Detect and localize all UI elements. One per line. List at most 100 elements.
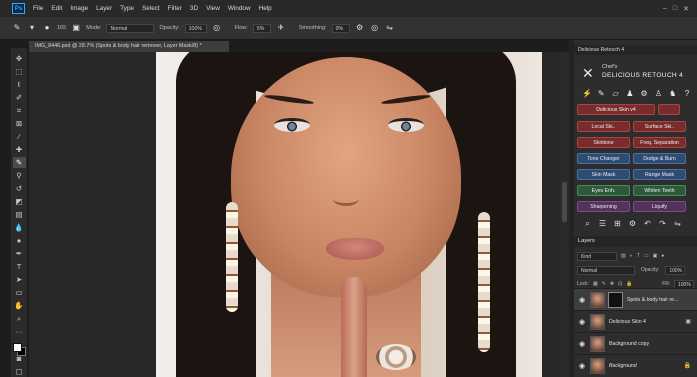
smoothing-field[interactable]: 0% (331, 23, 350, 33)
menu-view[interactable]: View (206, 5, 220, 12)
menu-filter[interactable]: Filter (168, 5, 182, 12)
lock-position-icon[interactable]: ✥ (610, 281, 614, 287)
type-filter-icon[interactable]: T (637, 253, 640, 259)
grid-icon[interactable]: ⊞ (612, 218, 623, 229)
adjustment-filter-icon[interactable]: ◐ (630, 253, 633, 259)
undo-icon[interactable]: ↶ (642, 218, 653, 229)
healing-brush-tool-icon[interactable]: ✚ (13, 144, 26, 155)
symmetry-icon[interactable]: ⇋ (385, 23, 395, 33)
pen-icon[interactable]: ✎ (596, 89, 606, 99)
menu-edit[interactable]: Edit (51, 5, 62, 12)
brush-preset-icon[interactable]: ● (42, 23, 52, 33)
menu-file[interactable]: File (33, 5, 43, 12)
smart-filter-icon[interactable]: ▣ (653, 253, 658, 259)
plugin-panel-tab[interactable]: Delicious Retouch 4 (574, 45, 697, 55)
range-mask-button[interactable]: Range Mask (633, 169, 686, 180)
flow-field[interactable]: 5% (252, 23, 271, 33)
image-filter-icon[interactable]: ▨ (621, 253, 626, 259)
frame-tool-icon[interactable]: ⊠ (13, 118, 26, 129)
layer-thumbnail[interactable] (590, 335, 605, 352)
layers-panel-tab[interactable]: Layers (574, 236, 697, 247)
menu-window[interactable]: Window (228, 5, 251, 12)
ruler-icon[interactable]: ▱ (611, 89, 621, 99)
visibility-eye-icon[interactable]: ◉ (577, 340, 587, 348)
layers-opacity-field[interactable]: 100% (665, 265, 686, 275)
lock-artboard-icon[interactable]: ⊡ (618, 281, 622, 287)
pen-tool-icon[interactable]: ✒ (13, 248, 26, 259)
dodge-tool-icon[interactable]: ● (13, 235, 26, 246)
layer-row[interactable]: ◉ Delicious Skin 4 ▣ (574, 310, 697, 332)
layer-thumbnail[interactable] (590, 313, 605, 330)
freq-separation-button[interactable]: Freq. Separation (633, 137, 686, 148)
wand-icon[interactable]: ⚡ (582, 89, 592, 99)
eyedropper-tool-icon[interactable]: ⁄ (13, 131, 26, 142)
swap-icon[interactable]: ⇋ (672, 218, 683, 229)
redo-icon[interactable]: ↷ (657, 218, 668, 229)
eraser-tool-icon[interactable]: ◩ (13, 196, 26, 207)
layer-thumbnail[interactable] (590, 357, 605, 374)
pressure-size-icon[interactable]: ◎ (370, 23, 380, 33)
layer-name[interactable]: Background (609, 363, 637, 369)
local-skin-button[interactable]: Local Ski.. (577, 121, 630, 132)
brush-tool-icon[interactable]: ✎ (12, 157, 26, 168)
lock-pixels-icon[interactable]: ▦ (593, 281, 598, 287)
portrait-icon[interactable]: ♙ (653, 89, 663, 99)
settings-icon[interactable]: ⚙ (627, 218, 638, 229)
sharpening-button[interactable]: Sharpening (577, 201, 630, 212)
document-tab[interactable]: IMG_8446.psd @ 28.7% (Spots & body hair … (29, 41, 229, 52)
delicious-skin-options-button[interactable] (658, 104, 680, 115)
marquee-tool-icon[interactable]: ⬚ (13, 66, 26, 77)
hand-tool-icon[interactable]: ✋ (13, 300, 26, 311)
delicious-skin-button[interactable]: Delicious Skin v4 (577, 104, 655, 115)
canvas-scrollbar[interactable] (560, 52, 569, 377)
maximize-icon[interactable]: □ (673, 5, 677, 13)
zoom-tool-icon[interactable]: ⌕ (13, 313, 26, 324)
menu-layer[interactable]: Layer (96, 5, 112, 12)
filter-toggle-icon[interactable]: ● (661, 253, 664, 259)
group-icon[interactable]: ♞ (668, 89, 678, 99)
menu-help[interactable]: Help (259, 5, 272, 12)
layer-name[interactable]: Spots & body hair re... (627, 297, 678, 303)
lock-all-icon[interactable]: 🔒 (626, 281, 632, 287)
person-icon[interactable]: ♟ (625, 89, 635, 99)
chevron-down-icon[interactable]: ▾ (27, 23, 37, 33)
menu-select[interactable]: Select (142, 5, 160, 12)
history-brush-tool-icon[interactable]: ↺ (13, 183, 26, 194)
skintone-button[interactable]: Skintone (577, 137, 630, 148)
surface-skin-button[interactable]: Surface Ski.. (633, 121, 686, 132)
path-selection-tool-icon[interactable]: ➤ (13, 274, 26, 285)
crop-tool-icon[interactable]: ⌗ (13, 105, 26, 116)
lock-paint-icon[interactable]: ✎ (602, 281, 606, 287)
minimize-icon[interactable]: – (663, 5, 667, 13)
search-icon[interactable]: ⌕ (582, 218, 593, 229)
move-tool-icon[interactable]: ✥ (13, 53, 26, 64)
menu-3d[interactable]: 3D (190, 5, 198, 12)
menu-image[interactable]: Image (70, 5, 88, 12)
layer-row[interactable]: ◉ Background 🔒 (574, 354, 697, 376)
gradient-tool-icon[interactable]: ▤ (13, 209, 26, 220)
opacity-field[interactable]: 100% (184, 23, 207, 33)
layer-mask-thumbnail[interactable] (608, 291, 623, 308)
eyes-enhance-button[interactable]: Eyes Enh. (577, 185, 630, 196)
blend-mode-select[interactable]: Normal (577, 265, 635, 275)
layer-thumbnail[interactable] (590, 291, 605, 308)
whiten-teeth-button[interactable]: Whiten Teeth (633, 185, 686, 196)
layer-row[interactable]: ◉ Background copy (574, 332, 697, 354)
visibility-eye-icon[interactable]: ◉ (577, 362, 587, 370)
clone-stamp-tool-icon[interactable]: ⚲ (13, 170, 26, 181)
brush-settings-icon[interactable]: ▣ (71, 23, 81, 33)
tone-changer-button[interactable]: Tone Changer (577, 153, 630, 164)
blur-tool-icon[interactable]: 💧 (13, 222, 26, 233)
kind-filter-select[interactable]: Kind (577, 251, 617, 261)
gear-icon[interactable]: ⚙ (639, 89, 649, 99)
type-tool-icon[interactable]: T (13, 261, 26, 272)
visibility-eye-icon[interactable]: ◉ (577, 296, 587, 304)
lasso-tool-icon[interactable]: ℓ (13, 79, 26, 90)
color-swatches[interactable] (12, 343, 26, 356)
foreground-color[interactable] (12, 343, 22, 352)
pressure-opacity-icon[interactable]: ◎ (212, 23, 222, 33)
image-canvas[interactable] (156, 52, 542, 377)
skin-mask-button[interactable]: Skin Mask (577, 169, 630, 180)
layer-name[interactable]: Delicious Skin 4 (609, 319, 646, 325)
mode-select[interactable]: Normal (106, 23, 155, 33)
